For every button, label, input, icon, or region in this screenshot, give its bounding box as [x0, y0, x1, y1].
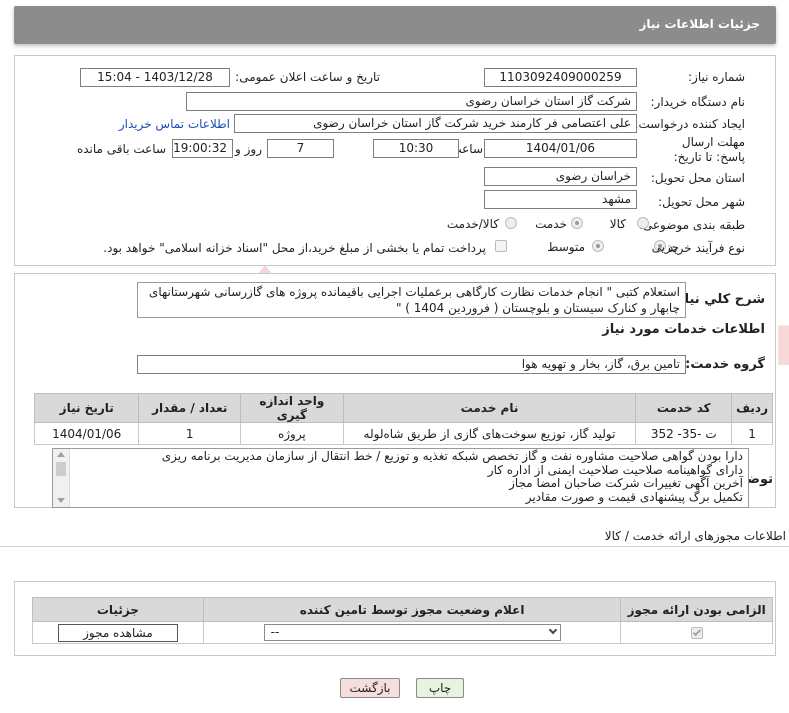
category-option-goods-service: کالا/خدمت — [446, 217, 499, 231]
print-button[interactable]: چاپ — [416, 678, 464, 698]
permits-table: الزامی بودن ارائه مجوز اعلام وضعیت مجوز … — [32, 597, 773, 644]
col-permit-details: جزئیات — [32, 597, 204, 622]
note-line: تکمیل برگ پیشنهادی قیمت و صورت مقادیر — [525, 489, 743, 504]
city-label: شهر محل تحویل: — [658, 195, 745, 209]
chevron-down-icon — [548, 625, 557, 635]
payment-note: پرداخت تمام یا بخشی از مبلغ خرید،از محل … — [103, 241, 486, 255]
description-textarea: استعلام کتبی " انجام خدمات نظارت کارگاهی… — [137, 282, 686, 318]
buyer-notes-textarea[interactable]: دارا بودن گواهی صلاحیت مشاوره نفت و گاز … — [52, 448, 749, 508]
permit-required-checkbox — [690, 627, 703, 639]
category-option-service: خدمت — [535, 217, 567, 231]
category-label: طبقه بندی موضوعی: — [638, 218, 745, 232]
contact-buyer-link[interactable]: اطلاعات تماس خریدار — [119, 117, 230, 131]
cell-permit-required — [620, 621, 773, 644]
need-number-label: شماره نیاز: — [688, 70, 745, 84]
note-line: دارا بودن گواهی صلاحیت مشاوره نفت و گاز … — [161, 449, 743, 463]
col-need-date: تاریخ نیاز — [33, 393, 140, 423]
cell-service-name: تولید گاز، توزیع سوخت‌های گازی از طریق ش… — [342, 422, 637, 445]
creator-label: ایجاد کننده درخواست: — [634, 117, 745, 131]
deadline-label: مهلت ارسال پاسخ: تا تاریخ: — [673, 135, 745, 164]
col-row: ردیف — [731, 393, 773, 423]
scroll-up-arrow-icon[interactable] — [57, 452, 65, 457]
col-quantity: تعداد / مقدار — [138, 393, 242, 423]
check-icon — [692, 627, 701, 637]
category-radio-service[interactable] — [571, 217, 583, 229]
scroll-down-arrow-icon[interactable] — [57, 498, 65, 503]
category-radio-goods[interactable] — [637, 217, 649, 229]
page-header: جزئیات اطلاعات نیاز — [14, 6, 776, 44]
days-label: روز و — [235, 142, 262, 156]
buyer-field: شرکت گاز استان خراسان رضوی — [186, 92, 637, 111]
cell-need-date: 1404/01/06 — [33, 422, 140, 445]
need-number-field: 1103092409000259 — [484, 68, 637, 87]
permit-status-select[interactable]: -- — [263, 624, 561, 641]
buyer-notes-text: دارا بودن گواهی صلاحیت مشاوره نفت و گاز … — [73, 449, 743, 504]
category-option-goods: کالا — [609, 217, 626, 231]
scroll-thumb[interactable] — [56, 462, 66, 476]
col-permit-status: اعلام وضعیت مجوز توسط تامین کننده — [202, 597, 622, 622]
services-table-header: ردیف کد خدمت نام خدمت واحد اندازه گیری ت… — [33, 393, 773, 423]
services-section-title: اطلاعات خدمات مورد نیاز — [602, 322, 765, 337]
permits-divider — [0, 546, 789, 547]
cell-service-code: ت -35- 352 — [635, 422, 733, 445]
remaining-label: ساعت باقی مانده — [76, 142, 166, 156]
cell-unit: پروژه — [240, 422, 344, 445]
category-radio-goods-service[interactable] — [505, 217, 517, 229]
buyer-label: نام دستگاه خریدار: — [650, 95, 746, 109]
province-field: خراسان رضوی — [484, 167, 637, 186]
province-label: استان محل تحویل: — [650, 171, 745, 185]
process-option-minor: جزیی — [651, 240, 679, 254]
col-service-name: نام خدمت — [342, 393, 637, 423]
city-field: مشهد — [484, 190, 637, 209]
notes-scrollbar[interactable] — [53, 449, 70, 507]
announce-field: 1403/12/28 - 15:04 — [80, 68, 230, 87]
col-service-code: کد خدمت — [635, 393, 733, 423]
note-line: دارای گواهینامه صلاحیت صلاحیت ایمنی از ا… — [487, 462, 743, 477]
page-title: جزئیات اطلاعات نیاز — [639, 17, 760, 31]
table-row: 1 ت -35- 352 تولید گاز، توزیع سوخت‌های گ… — [33, 422, 773, 445]
announce-label: تاریخ و ساعت اعلان عمومی: — [235, 70, 380, 84]
deadline-time-field: 10:30 — [373, 139, 459, 158]
col-permit-required: الزامی بودن ارائه مجوز — [620, 597, 773, 622]
cell-permit-details: مشاهده مجوز — [32, 621, 204, 644]
description-line-2: چابهار و کنارک سیستان و بلوچستان ( فرورد… — [395, 301, 680, 315]
creator-field: علی اعتصامی فر کارمند خرید شرکت گاز استا… — [234, 114, 637, 133]
note-line: آخرین آگهی تغییرات شرکت صاحبان امضا مجاز — [509, 476, 743, 490]
cell-quantity: 1 — [138, 422, 242, 445]
days-field: 7 — [267, 139, 334, 158]
view-permit-button[interactable]: مشاهده مجوز — [57, 623, 178, 642]
remaining-time-field: 19:00:32 — [172, 139, 233, 158]
col-unit: واحد اندازه گیری — [240, 393, 344, 423]
description-line-1: استعلام کتبی " انجام خدمات نظارت کارگاهی… — [148, 285, 680, 299]
deadline-date-field: 1404/01/06 — [484, 139, 637, 158]
services-table: ردیف کد خدمت نام خدمت واحد اندازه گیری ت… — [33, 393, 773, 445]
process-option-medium: متوسط — [547, 240, 585, 254]
cell-row: 1 — [731, 422, 773, 445]
service-group-label: گروه خدمت: — [685, 357, 765, 372]
service-group-field: تامین برق، گاز، بخار و تهویه هوا — [137, 355, 686, 374]
treasury-checkbox[interactable] — [495, 240, 507, 252]
back-button[interactable]: بازگشت — [340, 678, 400, 698]
permit-status-value: -- — [270, 625, 280, 639]
process-radio-medium[interactable] — [592, 240, 604, 252]
cell-permit-status: -- — [202, 621, 622, 644]
table-row: -- مشاهده مجوز — [32, 621, 773, 644]
permits-table-header: الزامی بودن ارائه مجوز اعلام وضعیت مجوز … — [32, 597, 773, 622]
permits-section-title: اطلاعات مجوزهای ارائه خدمت / کالا — [604, 529, 786, 543]
